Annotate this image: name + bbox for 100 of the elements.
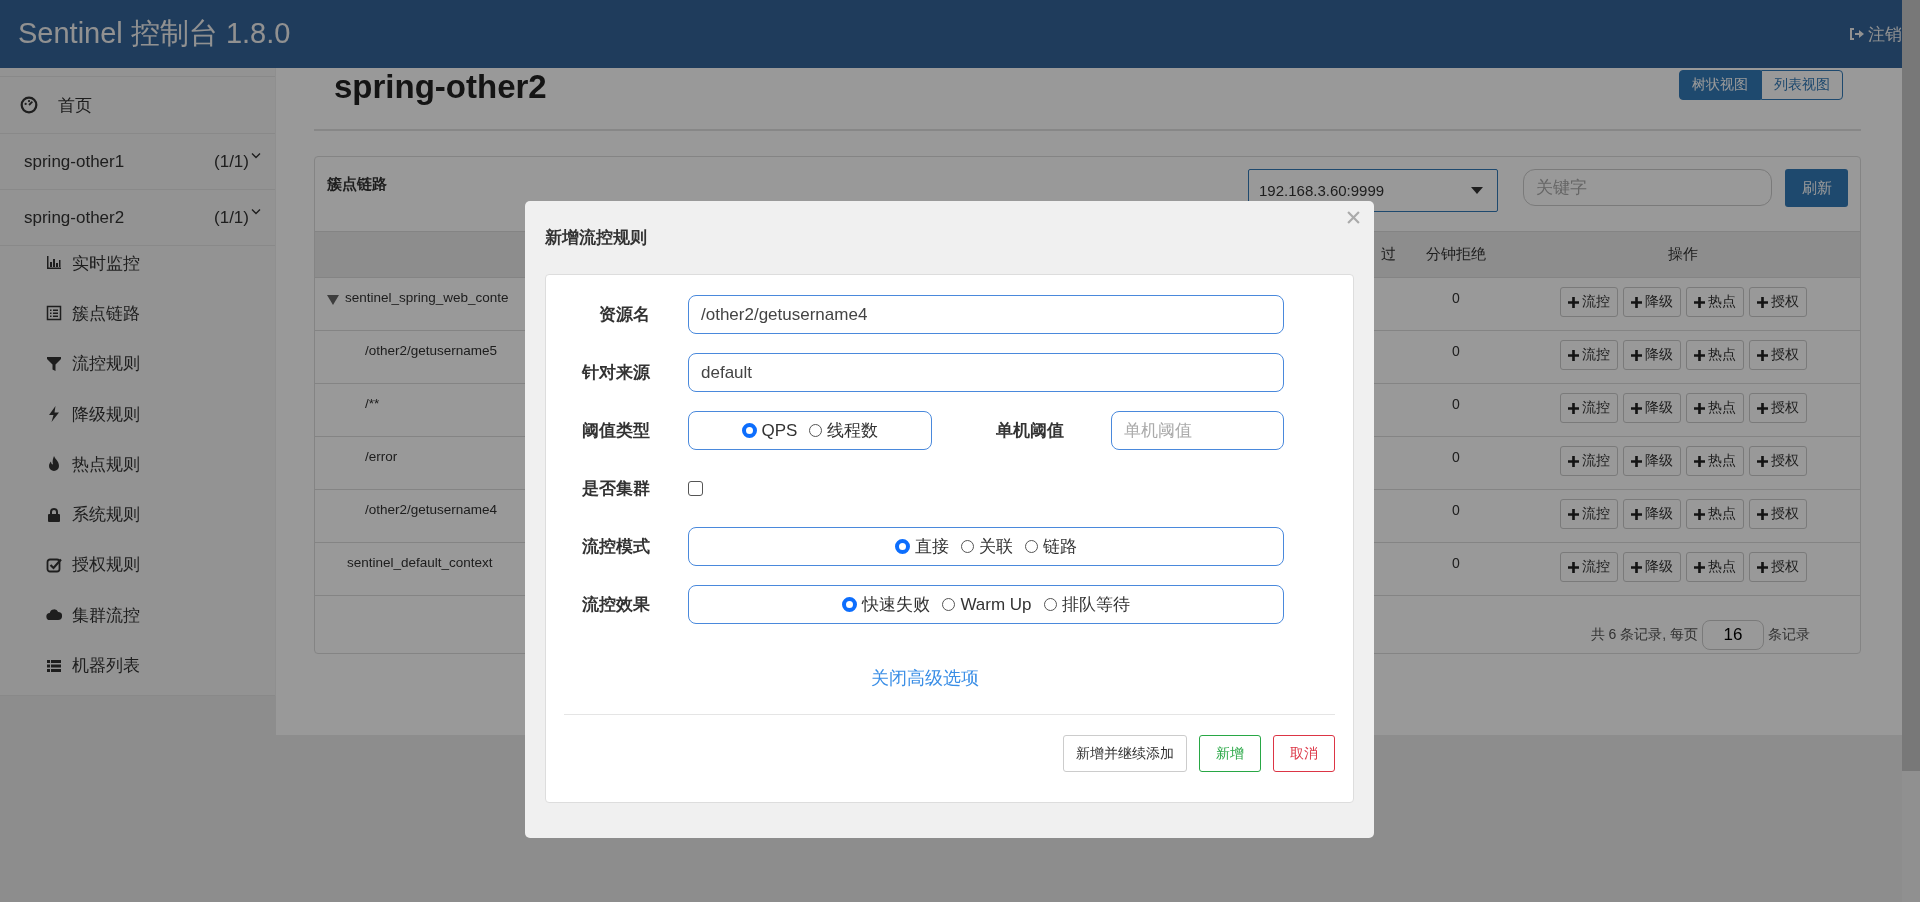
- add-rule-button[interactable]: 降级: [1622, 499, 1681, 529]
- plus-icon: [1756, 455, 1768, 467]
- check-square-icon: [46, 556, 62, 573]
- add-rule-button[interactable]: 热点: [1685, 552, 1744, 582]
- plus-icon: [1567, 296, 1579, 308]
- radio-option[interactable]: 排队等待: [1043, 593, 1130, 616]
- view-tab[interactable]: 列表视图: [1761, 70, 1843, 100]
- add-rule-button[interactable]: 授权: [1748, 287, 1807, 317]
- records-label: 条记录: [1768, 626, 1810, 644]
- add-rule-button[interactable]: 流控: [1559, 393, 1618, 423]
- sidebar-item[interactable]: 流控规则: [0, 338, 275, 389]
- add-rule-button[interactable]: 降级: [1622, 287, 1681, 317]
- app-menu-item[interactable]: spring-other1 (1/1): [0, 134, 275, 190]
- refresh-button[interactable]: 刷新: [1785, 169, 1848, 207]
- resource-name: /other2/getusername5: [365, 343, 498, 358]
- field-label: 针对来源: [580, 362, 650, 384]
- add-rule-button[interactable]: 流控: [1559, 552, 1618, 582]
- sidebar-item[interactable]: 集群流控: [0, 590, 275, 641]
- dialog-button[interactable]: 取消: [1273, 735, 1335, 772]
- page-size-field[interactable]: 16: [1702, 620, 1764, 650]
- add-rule-button[interactable]: 降级: [1622, 446, 1681, 476]
- caret-down-icon: [1471, 187, 1483, 194]
- app-menu-item[interactable]: spring-other2 (1/1): [0, 190, 275, 246]
- radio-option[interactable]: 链路: [1025, 535, 1077, 558]
- add-rule-button[interactable]: 热点: [1685, 499, 1744, 529]
- add-rule-button[interactable]: 流控: [1559, 287, 1618, 317]
- field-label: 是否集群: [581, 478, 650, 500]
- sidebar-item[interactable]: 簇点链路: [0, 288, 275, 339]
- threshold-field[interactable]: 单机阈值: [1111, 411, 1284, 450]
- plus-icon: [1630, 455, 1642, 467]
- logout-link[interactable]: 注销: [1842, 22, 1902, 46]
- add-rule-button[interactable]: 授权: [1748, 499, 1807, 529]
- view-tab[interactable]: 树状视图: [1679, 70, 1761, 100]
- checkbox[interactable]: [688, 481, 703, 496]
- radio-option[interactable]: 关联: [961, 535, 1013, 558]
- field-label: 资源名: [598, 304, 650, 326]
- table-cell-text: 0: [1451, 448, 1461, 467]
- radio-option[interactable]: QPS: [741, 420, 798, 441]
- add-rule-button[interactable]: 授权: [1748, 393, 1807, 423]
- resource-name: sentinel_spring_web_conte: [345, 290, 509, 305]
- table-cell-text: 0: [1451, 501, 1461, 520]
- dialog-title: 新增流控规则: [545, 227, 647, 249]
- field-label: 流控模式: [581, 536, 650, 558]
- sign-out-icon: [1848, 26, 1864, 42]
- table-cell-text: 0: [1451, 554, 1461, 573]
- resource-name: sentinel_default_context: [347, 555, 493, 570]
- scrollbar-thumb[interactable]: [1902, 0, 1920, 771]
- add-rule-button[interactable]: 热点: [1685, 393, 1744, 423]
- table-cell-text: 0: [1451, 342, 1461, 361]
- add-rule-button[interactable]: 授权: [1748, 446, 1807, 476]
- advanced-options-link[interactable]: 关闭高级选项: [870, 666, 979, 690]
- plus-icon: [1567, 561, 1579, 573]
- app-title: Sentinel 控制台 1.8.0: [18, 16, 291, 51]
- plus-icon: [1630, 296, 1642, 308]
- list-icon: [46, 305, 62, 322]
- plus-icon: [1693, 296, 1705, 308]
- sidebar-item[interactable]: 系统规则: [0, 489, 275, 540]
- panel-title: 簇点链路: [327, 175, 387, 194]
- resource-name: /error: [365, 449, 398, 464]
- add-rule-button[interactable]: 流控: [1559, 340, 1618, 370]
- text-field[interactable]: default: [688, 353, 1284, 392]
- plus-icon: [1630, 561, 1642, 573]
- add-rule-button[interactable]: 降级: [1622, 393, 1681, 423]
- chevron-down-icon: [251, 151, 261, 160]
- add-rule-button[interactable]: 热点: [1685, 287, 1744, 317]
- plus-icon: [1693, 349, 1705, 361]
- plus-icon: [1693, 402, 1705, 414]
- radio-option[interactable]: Warm Up: [942, 594, 1032, 615]
- plus-icon: [1567, 508, 1579, 520]
- add-rule-button[interactable]: 降级: [1622, 340, 1681, 370]
- add-rule-button[interactable]: 降级: [1622, 552, 1681, 582]
- add-rule-button[interactable]: 授权: [1748, 552, 1807, 582]
- add-rule-button[interactable]: 流控: [1559, 446, 1618, 476]
- dialog-button[interactable]: 新增并继续添加: [1063, 735, 1187, 772]
- dialog-button[interactable]: 新增: [1199, 735, 1261, 772]
- home-menu-item[interactable]: 首页: [0, 76, 275, 134]
- plus-icon: [1630, 402, 1642, 414]
- plus-icon: [1756, 561, 1768, 573]
- add-rule-button[interactable]: 热点: [1685, 340, 1744, 370]
- sidebar-item[interactable]: 热点规则: [0, 439, 275, 490]
- add-rule-button[interactable]: 流控: [1559, 499, 1618, 529]
- radio-option[interactable]: 线程数: [809, 419, 879, 442]
- sidebar-item[interactable]: 降级规则: [0, 388, 275, 440]
- plus-icon: [1630, 349, 1642, 361]
- bar-chart-icon: [46, 255, 62, 272]
- plus-icon: [1756, 349, 1768, 361]
- radio-option[interactable]: 直接: [895, 535, 949, 558]
- text-field[interactable]: /other2/getusername4: [688, 295, 1284, 334]
- add-rule-button[interactable]: 热点: [1685, 446, 1744, 476]
- radio-option[interactable]: 快速失败: [842, 593, 931, 616]
- plus-icon: [1567, 349, 1579, 361]
- resource-name: /**: [365, 396, 380, 411]
- sidebar-item[interactable]: 授权规则: [0, 539, 275, 591]
- column-header: 过: [1380, 245, 1397, 264]
- gauge-icon: [20, 96, 38, 114]
- plus-icon: [1630, 508, 1642, 520]
- add-rule-button[interactable]: 授权: [1748, 340, 1807, 370]
- sidebar-item[interactable]: 机器列表: [0, 640, 275, 691]
- flame-icon: [46, 456, 62, 473]
- record-summary: 共 6 条记录, 每页: [1590, 626, 1698, 644]
